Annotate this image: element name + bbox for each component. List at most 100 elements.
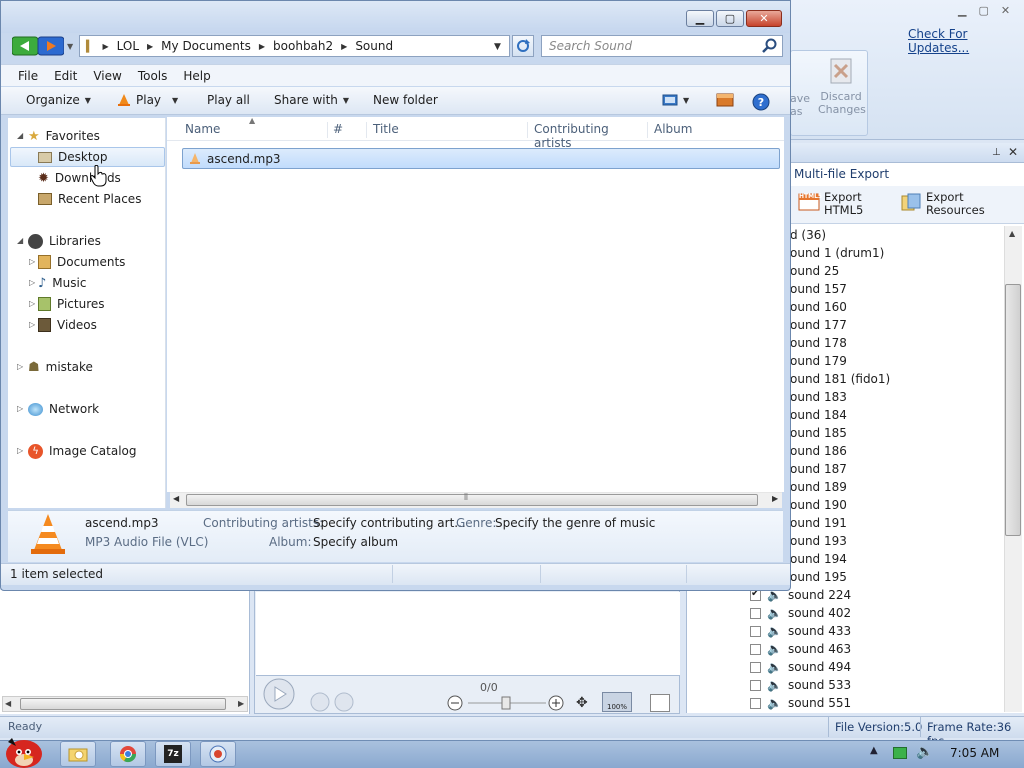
tree-item-checkbox[interactable] (750, 679, 761, 691)
export-html5-button[interactable]: HTML5 Export HTML5 (798, 191, 863, 217)
scroll-up-icon[interactable]: ▲ (1009, 229, 1015, 238)
tree-item-checkbox[interactable] (750, 588, 761, 601)
column-name[interactable]: Name (185, 122, 328, 138)
close-icon[interactable]: ✕ (1001, 4, 1010, 20)
nav-network[interactable]: Network (28, 399, 99, 419)
tree-item[interactable]: ound 194 (790, 550, 847, 568)
expand-arrow-icon[interactable]: ▷ (29, 320, 35, 329)
tree-item[interactable]: ound 160 (790, 298, 847, 316)
tree-item[interactable]: ound 183 (790, 388, 847, 406)
breadcrumb-arrow-icon[interactable]: ▶ (147, 42, 153, 51)
nav-mistake[interactable]: ☗ mistake (28, 357, 93, 377)
scroll-right-icon[interactable]: ▶ (238, 699, 244, 708)
nav-videos[interactable]: Videos (38, 315, 97, 335)
scroll-left-icon[interactable]: ◀ (173, 494, 179, 503)
tree-item-checkbox[interactable] (750, 625, 761, 637)
expand-arrow-icon[interactable]: ▷ (17, 404, 23, 413)
column-album[interactable]: Album (654, 122, 734, 138)
clock[interactable]: 7:05 AM (950, 746, 999, 760)
nav-favorites[interactable]: ★ Favorites (28, 126, 100, 146)
tree-item[interactable]: ound 185 (790, 424, 847, 442)
breadcrumb-sound[interactable]: Sound (355, 39, 393, 53)
column-contributing-artists[interactable]: Contributing artists (534, 122, 648, 150)
snapshot-icon[interactable] (650, 694, 670, 712)
close-button[interactable]: ✕ (746, 10, 782, 27)
details-genre-value[interactable]: Specify the genre of music (495, 516, 655, 530)
nav-image-catalog[interactable]: ϟ Image Catalog (28, 441, 136, 461)
menu-tools[interactable]: Tools (130, 69, 176, 83)
tree-item[interactable]: ound 178 (790, 334, 847, 352)
menu-help[interactable]: Help (175, 69, 218, 83)
tree-item[interactable]: ound 1 (drum1) (790, 244, 884, 262)
tree-item[interactable]: ound 181 (fido1) (790, 370, 890, 388)
taskbar-chrome-button[interactable] (110, 741, 146, 767)
breadcrumb-arrow-icon[interactable]: ▶ (259, 42, 265, 51)
new-folder-button[interactable]: New folder (373, 93, 438, 107)
details-contrib-value[interactable]: Specify contributing art... (313, 516, 466, 530)
organize-button[interactable]: Organize ▼ (26, 93, 91, 107)
zoom-slider[interactable] (446, 694, 566, 712)
nav-documents[interactable]: Documents (38, 252, 125, 272)
left-pane-scroll-thumb[interactable] (20, 698, 226, 710)
breadcrumb-lol[interactable]: LOL (117, 39, 139, 53)
tray-expand-icon[interactable]: ▲ (870, 745, 878, 756)
breadcrumb-arrow-icon[interactable]: ▶ (341, 42, 347, 51)
menu-view[interactable]: View (85, 69, 129, 83)
expand-arrow-icon[interactable]: ▷ (17, 362, 23, 371)
tree-item[interactable]: 🔈 sound 433 (686, 622, 851, 640)
breadcrumb-boohbah2[interactable]: boohbah2 (273, 39, 333, 53)
nav-recent-places[interactable]: Recent Places (38, 189, 141, 209)
taskbar-ffdec-button[interactable] (200, 741, 236, 767)
explorer-titlebar[interactable] (1, 1, 790, 33)
tree-item[interactable]: 🔈 sound 533 (686, 676, 851, 694)
maximize-icon[interactable]: ▢ (978, 4, 988, 20)
tree-item[interactable]: 🔈 sound 463 (686, 640, 851, 658)
export-resources-button[interactable]: Export Resources (900, 191, 985, 217)
change-view-button[interactable]: ▼ (662, 93, 689, 107)
tree-item[interactable]: 🔈 sound 551 (686, 694, 851, 712)
menu-edit[interactable]: Edit (46, 69, 85, 83)
expand-arrow-icon[interactable]: ▷ (17, 446, 23, 455)
tree-item[interactable]: ound 189 (790, 478, 847, 496)
tree-item[interactable]: ound 25 (790, 262, 839, 280)
search-input[interactable]: Search Sound (541, 35, 783, 57)
scroll-right-icon[interactable]: ▶ (772, 494, 778, 503)
tree-item[interactable]: ound 157 (790, 280, 847, 298)
file-row[interactable]: ascend.mp3 (182, 148, 780, 169)
menu-file[interactable]: File (1, 69, 46, 83)
share-with-button[interactable]: Share with ▼ (274, 93, 349, 107)
address-dropdown-icon[interactable]: ▼ (494, 42, 501, 52)
tree-item[interactable]: ound 190 (790, 496, 847, 514)
tree-item[interactable]: ound 193 (790, 532, 847, 550)
nav-desktop[interactable]: Desktop (38, 147, 108, 167)
tree-item[interactable]: ound 179 (790, 352, 847, 370)
minimize-button[interactable]: ▁ (686, 10, 714, 27)
column-title[interactable]: Title (373, 122, 528, 138)
taskbar-7zip-button[interactable]: 7z (155, 741, 191, 767)
save-as-button-label[interactable]: ave as (790, 92, 810, 118)
tree-item[interactable]: 🔈 sound 402 (686, 604, 851, 622)
check-updates-link[interactable]: Check For Updates... (908, 27, 1024, 55)
expand-arrow-icon[interactable]: ◢ (17, 236, 23, 245)
nav-music[interactable]: ♪ Music (38, 273, 86, 293)
breadcrumb-arrow-icon[interactable]: ▶ (102, 42, 108, 51)
details-album-value[interactable]: Specify album (313, 535, 398, 549)
minimize-icon[interactable]: ▁ (958, 4, 966, 20)
nav-pictures[interactable]: Pictures (38, 294, 105, 314)
volume-icon[interactable]: 🔈 (916, 744, 933, 760)
preview-pane-button[interactable] (716, 93, 734, 107)
tree-item-checkbox[interactable] (750, 643, 761, 655)
tree-item-checkbox[interactable] (750, 697, 761, 709)
tree-item[interactable]: ound 177 (790, 316, 847, 334)
column-track-number[interactable]: # (333, 122, 367, 138)
file-list-scroll-thumb[interactable] (186, 494, 758, 506)
recent-pages-dropdown-icon[interactable]: ▼ (67, 42, 73, 51)
background-window-controls[interactable]: ▁ ▢ ✕ (958, 4, 1024, 20)
expand-arrow-icon[interactable]: ▷ (29, 278, 35, 287)
help-button[interactable]: ? (752, 93, 770, 111)
panel-close-icon[interactable]: ✕ (1008, 145, 1018, 159)
tree-item[interactable]: ound 191 (790, 514, 847, 532)
play-all-button[interactable]: Play all (207, 93, 250, 107)
expand-arrow-icon[interactable]: ▷ (29, 299, 35, 308)
zoom-100-icon[interactable]: 100% (602, 692, 632, 712)
